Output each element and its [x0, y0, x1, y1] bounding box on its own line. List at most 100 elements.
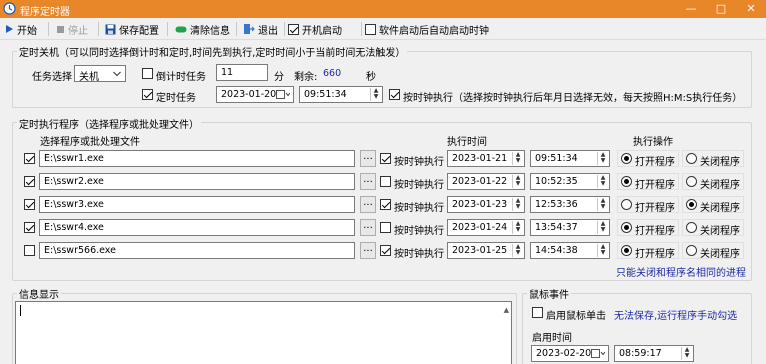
time-spinner[interactable]: ▲ ▼ — [597, 175, 608, 188]
open-program-option[interactable]: 打开程序 — [617, 150, 679, 168]
shutdown-clock-label: 按时钟执行（选择按时钟执行后年月日选择无效，每天按照H:M:S执行任务） — [403, 93, 743, 104]
open-program-option[interactable]: 打开程序 — [617, 219, 679, 237]
auto-timer-check[interactable] — [365, 23, 376, 35]
calendar-icon[interactable] — [591, 349, 605, 358]
program-enable-checkbox[interactable] — [24, 153, 35, 164]
browse-button[interactable]: ... — [360, 242, 376, 259]
program-path-input[interactable]: E:\sswr4.exe — [39, 219, 355, 236]
program-clock-checkbox[interactable] — [380, 153, 391, 164]
open-program-option[interactable]: 打开程序 — [617, 196, 679, 214]
close-program-option[interactable]: 关闭程序 — [682, 173, 744, 191]
autostart-checkbox[interactable]: 开机启动 — [288, 21, 342, 37]
time-spinner[interactable]: ▲ ▼ — [597, 198, 608, 211]
remaining-value: 660 — [323, 68, 342, 79]
open-program-option[interactable]: 打开程序 — [617, 173, 679, 191]
program-clock-checkbox[interactable] — [380, 245, 391, 256]
enable-mouse-click-label: 启用鼠标单击 — [546, 311, 606, 322]
clear-info-button[interactable]: 清除信息 — [175, 21, 230, 37]
program-time-input[interactable]: 10:52:35 ▲ ▼ — [530, 173, 610, 190]
program-date-input[interactable]: 2023-01-24 ▲ ▼ — [447, 219, 525, 236]
exit-button[interactable]: 退出 — [243, 21, 278, 37]
program-enable-checkbox[interactable] — [24, 176, 35, 187]
date-spinner[interactable]: ▲ ▼ — [512, 175, 523, 188]
program-path-input[interactable]: E:\sswr3.exe — [39, 196, 355, 213]
countdown-checkbox[interactable] — [142, 68, 153, 79]
close-program-option[interactable]: 关闭程序 — [682, 219, 744, 237]
close-program-radio[interactable] — [686, 245, 697, 256]
time-spinner[interactable]: ▲ ▼ — [597, 244, 608, 257]
close-program-option[interactable]: 关闭程序 — [682, 150, 744, 168]
shutdown-clock-checkbox[interactable] — [389, 89, 400, 100]
browse-button[interactable]: ... — [360, 196, 376, 213]
program-time-input[interactable]: 12:53:36 ▲ ▼ — [530, 196, 610, 213]
program-enable-checkbox[interactable] — [24, 222, 35, 233]
calendar-icon[interactable] — [276, 90, 290, 99]
close-program-radio[interactable] — [686, 199, 697, 210]
open-program-radio[interactable] — [621, 176, 632, 187]
program-date-input[interactable]: 2023-01-22 ▲ ▼ — [447, 173, 525, 190]
stop-button[interactable]: 停止 — [56, 21, 88, 37]
auto-timer-checkbox[interactable]: 软件启动后自动启动时钟 — [365, 21, 489, 37]
close-button[interactable]: ✕ — [736, 0, 766, 18]
date-spinner[interactable]: ▲ ▼ — [512, 244, 523, 257]
open-program-option[interactable]: 打开程序 — [617, 242, 679, 260]
date-spinner[interactable]: ▲ ▼ — [512, 152, 523, 165]
time-spinner[interactable]: ▲ ▼ — [370, 88, 381, 101]
autostart-check[interactable] — [288, 23, 299, 35]
program-path-input[interactable]: E:\sswr566.exe — [39, 242, 355, 259]
timed-task-checkbox[interactable] — [142, 89, 153, 100]
start-button[interactable]: 开始 — [5, 21, 37, 37]
close-program-radio[interactable] — [686, 176, 697, 187]
open-program-radio[interactable] — [621, 199, 632, 210]
minimize-button[interactable]: — — [676, 0, 706, 18]
close-program-option[interactable]: 关闭程序 — [682, 196, 744, 214]
close-program-radio[interactable] — [686, 153, 697, 164]
app-icon — [3, 2, 16, 15]
program-clock-checkbox[interactable] — [380, 199, 391, 210]
program-clock-checkbox[interactable] — [380, 222, 391, 233]
close-program-label: 关闭程序 — [700, 203, 740, 214]
date-spinner[interactable]: ▲ ▼ — [512, 221, 523, 234]
second-unit: 秒 — [366, 72, 376, 83]
maximize-button[interactable]: □ — [706, 0, 736, 18]
program-date-input[interactable]: 2023-01-25 ▲ ▼ — [447, 242, 525, 259]
open-program-radio[interactable] — [621, 245, 632, 256]
program-date-input[interactable]: 2023-01-21 ▲ ▼ — [447, 150, 525, 167]
mouse-time-input[interactable]: 08:59:17 ▲ ▼ — [614, 345, 694, 362]
program-clock-checkbox[interactable] — [380, 176, 391, 187]
program-enable-checkbox[interactable] — [24, 245, 35, 256]
open-program-radio[interactable] — [621, 153, 632, 164]
info-textarea[interactable]: ▲ — [15, 301, 512, 364]
open-program-radio[interactable] — [621, 222, 632, 233]
time-spinner[interactable]: ▲ ▼ — [597, 221, 608, 234]
browse-button[interactable]: ... — [360, 219, 376, 236]
program-path-input[interactable]: E:\sswr1.exe — [39, 150, 355, 167]
time-spinner[interactable]: ▲ ▼ — [681, 347, 692, 360]
task-select[interactable]: 关机 — [74, 65, 126, 83]
open-program-label: 打开程序 — [635, 226, 675, 237]
date-spinner[interactable]: ▲ ▼ — [512, 198, 523, 211]
program-date-input[interactable]: 2023-01-23 ▲ ▼ — [447, 196, 525, 213]
program-enable-checkbox[interactable] — [24, 199, 35, 210]
program-path-input[interactable]: E:\sswr2.exe — [39, 173, 355, 190]
remaining-label: 剩余: — [294, 72, 318, 83]
close-program-label: 关闭程序 — [700, 226, 740, 237]
browse-button[interactable]: ... — [360, 150, 376, 167]
close-program-radio[interactable] — [686, 222, 697, 233]
program-time-input[interactable]: 14:54:38 ▲ ▼ — [530, 242, 610, 259]
timed-date-picker[interactable]: 2023-01-20 — [216, 86, 294, 103]
program-time-input[interactable]: 09:51:34 ▲ ▼ — [530, 150, 610, 167]
mouse-date-picker[interactable]: 2023-02-20 — [531, 345, 609, 362]
enable-mouse-click-checkbox[interactable] — [532, 307, 543, 318]
programs-note: 只能关闭和程序名相同的进程 — [616, 268, 746, 279]
timed-time-input[interactable]: 09:51:34 ▲ ▼ — [299, 86, 383, 103]
program-time-input[interactable]: 13:54:37 ▲ ▼ — [530, 219, 610, 236]
scroll-up-icon[interactable]: ▲ — [504, 306, 509, 314]
time-spinner[interactable]: ▲ ▼ — [597, 152, 608, 165]
countdown-minutes-input[interactable]: 11 — [216, 64, 268, 81]
save-config-button[interactable]: 保存配置 — [105, 21, 159, 37]
shutdown-group-title: 定时关机（可以同时选择倒计时和定时,时间先到执行,定时时间小于当前时间无法触发） — [17, 44, 408, 59]
close-program-option[interactable]: 关闭程序 — [682, 242, 744, 260]
browse-button[interactable]: ... — [360, 173, 376, 190]
window-title: 程序定时器 — [20, 7, 70, 18]
